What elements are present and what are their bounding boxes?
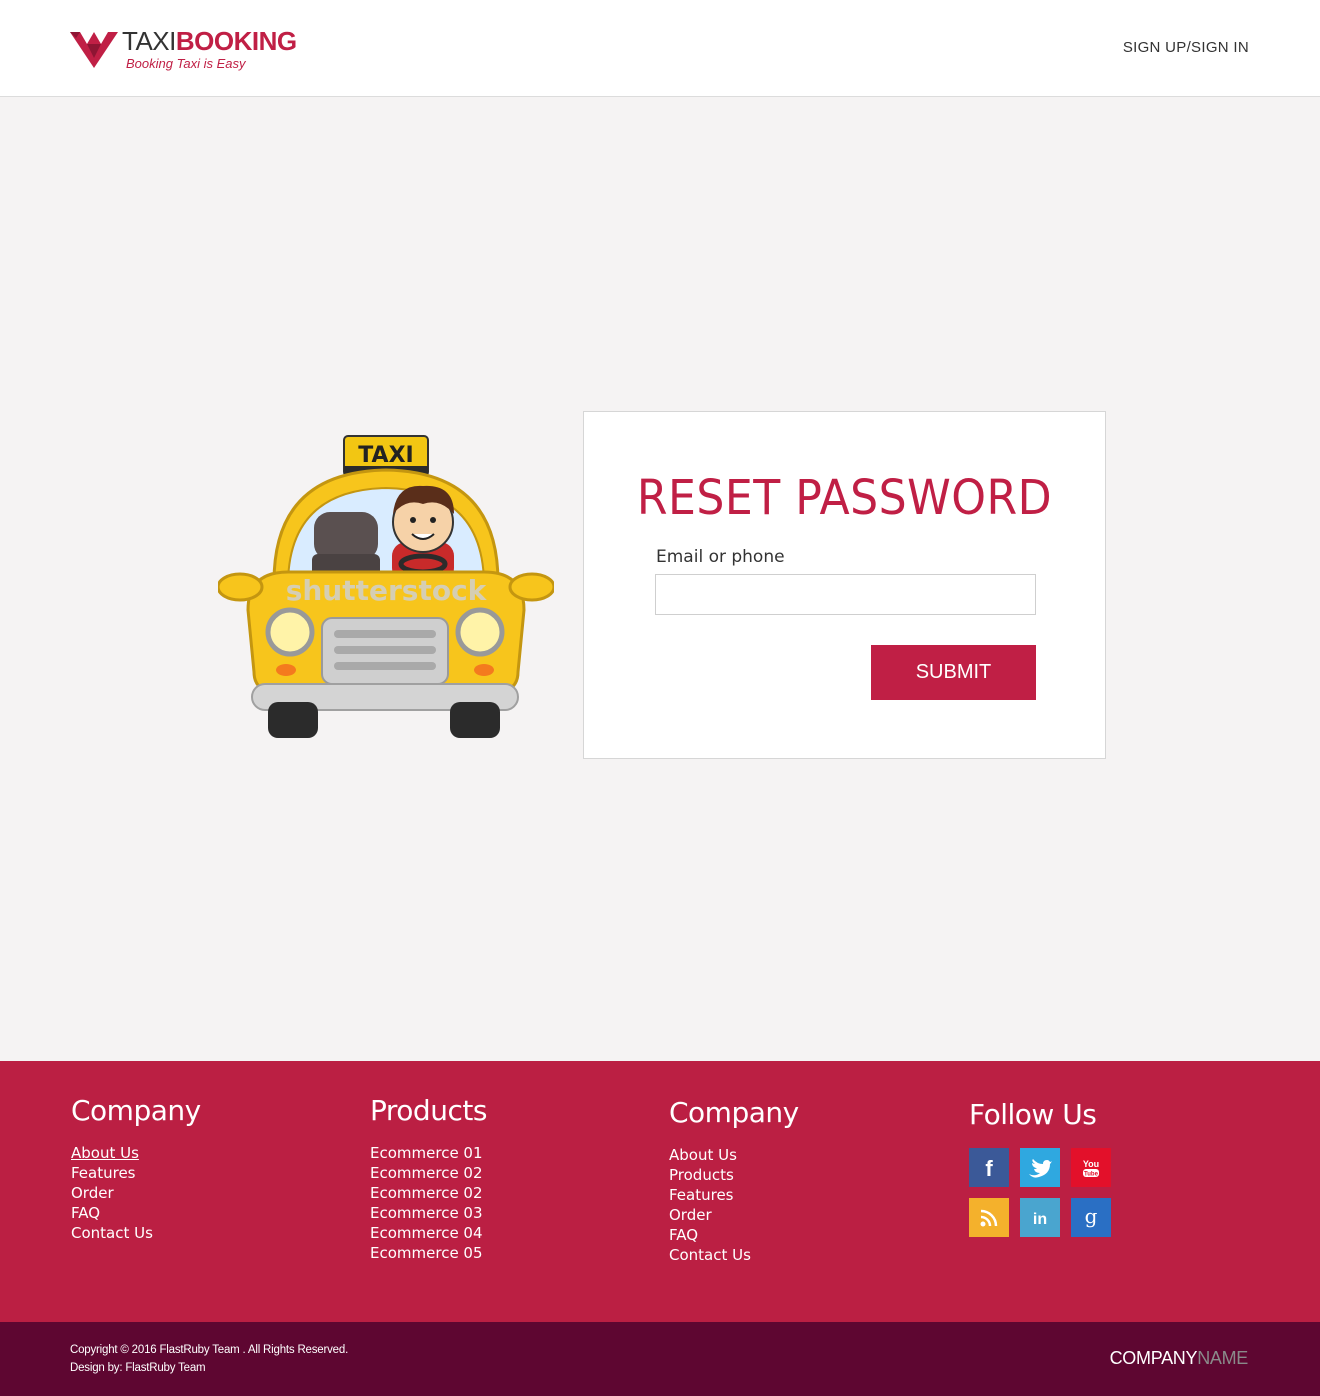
footer-heading: Company: [71, 1094, 201, 1127]
bottom-bar: Copyright © 2016 FlastRuby Team . All Ri…: [0, 1322, 1320, 1396]
svg-text:f: f: [985, 1156, 993, 1180]
logo-title-taxi: TAXI: [122, 26, 176, 56]
google-icon[interactable]: g: [1071, 1198, 1111, 1237]
footer-col-company-2: Company About Us Products Features Order…: [669, 1096, 799, 1265]
footer-col-follow-us: Follow Us f You Tube in g: [969, 1098, 1111, 1237]
linkedin-icon[interactable]: in: [1020, 1198, 1060, 1237]
svg-text:You: You: [1083, 1159, 1099, 1169]
site-footer: Company About Us Features Order FAQ Cont…: [0, 1061, 1320, 1322]
youtube-icon[interactable]: You Tube: [1071, 1148, 1111, 1187]
company-name-part2: NAME: [1197, 1348, 1248, 1368]
taxi-sign-text: TAXI: [358, 443, 413, 468]
watermark-text: shutterstock: [286, 574, 488, 607]
rss-icon[interactable]: [969, 1198, 1009, 1237]
email-phone-input[interactable]: [655, 574, 1036, 615]
footer-link-faq[interactable]: FAQ: [71, 1204, 100, 1222]
company-name-logo: COMPANYNAME: [1109, 1348, 1249, 1369]
footer-link-order[interactable]: Order: [669, 1206, 712, 1224]
footer-link-products[interactable]: Products: [669, 1166, 734, 1184]
footer-link-product[interactable]: Ecommerce 03: [370, 1204, 483, 1222]
brand-logo[interactable]: TAXIBOOKING Booking Taxi is Easy: [70, 26, 300, 72]
footer-col-products: Products Ecommerce 01 Ecommerce 02 Ecomm…: [370, 1094, 487, 1263]
signup-signin-link[interactable]: SIGN UP/SIGN IN: [1123, 39, 1249, 56]
logo-diamond-icon: [70, 32, 118, 68]
footer-link-product[interactable]: Ecommerce 05: [370, 1244, 483, 1262]
design-credit: Design by: FlastRuby Team: [70, 1362, 206, 1374]
footer-link-product[interactable]: Ecommerce 01: [370, 1144, 483, 1162]
footer-link-faq[interactable]: FAQ: [669, 1226, 698, 1244]
logo-tagline: Booking Taxi is Easy: [126, 56, 246, 71]
reset-password-card: RESET PASSWORD Email or phone SUBMIT: [583, 411, 1106, 759]
site-header: TAXIBOOKING Booking Taxi is Easy SIGN UP…: [0, 0, 1320, 97]
footer-link-contact-us[interactable]: Contact Us: [71, 1224, 153, 1242]
footer-link-contact-us[interactable]: Contact Us: [669, 1246, 751, 1264]
footer-link-order[interactable]: Order: [71, 1184, 114, 1202]
footer-link-product[interactable]: Ecommerce 02: [370, 1184, 483, 1202]
footer-heading: Products: [370, 1094, 487, 1127]
footer-col-company: Company About Us Features Order FAQ Cont…: [71, 1094, 201, 1243]
logo-title: TAXIBOOKING: [122, 26, 297, 56]
copyright: Copyright © 2016 FlastRuby Team . All Ri…: [70, 1341, 348, 1377]
email-phone-label: Email or phone: [656, 547, 785, 567]
logo-title-booking: BOOKING: [175, 26, 297, 56]
copyright-text: Copyright © 2016 FlastRuby Team . All Ri…: [70, 1344, 349, 1356]
twitter-icon[interactable]: [1020, 1148, 1060, 1187]
svg-text:g: g: [1085, 1206, 1098, 1228]
company-name-part1: COMPANY: [1109, 1348, 1198, 1368]
footer-link-features[interactable]: Features: [669, 1186, 734, 1204]
submit-button[interactable]: SUBMIT: [871, 645, 1036, 700]
footer-heading: Company: [669, 1096, 799, 1129]
taxi-illustration: TAXI shutterstock: [218, 435, 554, 738]
page-title: RESET PASSWORD: [636, 470, 1053, 526]
footer-link-product[interactable]: Ecommerce 04: [370, 1224, 483, 1242]
footer-link-about-us[interactable]: About Us: [669, 1146, 737, 1164]
svg-text:Tube: Tube: [1084, 1171, 1099, 1177]
footer-heading: Follow Us: [969, 1098, 1097, 1131]
footer-link-features[interactable]: Features: [71, 1164, 136, 1182]
footer-link-about-us[interactable]: About Us: [71, 1144, 139, 1162]
svg-text:in: in: [1033, 1211, 1047, 1228]
facebook-icon[interactable]: f: [969, 1148, 1009, 1187]
footer-link-product[interactable]: Ecommerce 02: [370, 1164, 483, 1182]
